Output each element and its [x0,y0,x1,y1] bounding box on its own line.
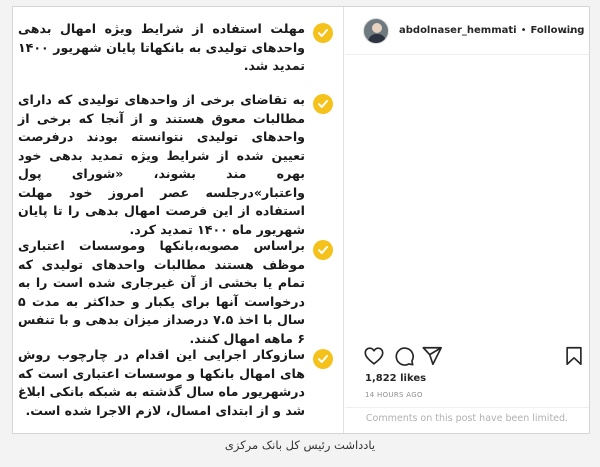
likes-count[interactable]: 1,822 likes [365,373,426,384]
separator-dot: • [520,25,527,36]
check-icon [313,240,333,260]
more-icon[interactable]: ... [564,23,579,36]
bullet-item: به تقاضای برخی از واحدهای تولیدی که دارا… [18,91,333,239]
post-image: مهلت استفاده از شرایط ویژه امهال بدهی وا… [13,7,344,433]
check-icon [313,349,333,369]
check-icon [313,23,333,43]
divider [345,407,589,408]
username-link[interactable]: abdolnaser_hemmati [399,25,517,36]
bullet-text: سازوکار اجرایی این اقدام در چارچوب روش ه… [18,347,305,418]
comment-icon[interactable] [393,345,415,367]
bullet-item: سازوکار اجرایی این اقدام در چارچوب روش ه… [18,346,333,420]
avatar[interactable] [363,17,389,44]
heart-icon[interactable] [363,345,385,367]
bookmark-icon[interactable] [563,345,585,367]
post-side-panel: abdolnaser_hemmati • Following ... 1,822… [345,7,589,433]
check-icon [313,94,333,114]
bullet-text: مهلت استفاده از شرایط ویژه امهال بدهی وا… [18,21,305,73]
bullet-text: براساس مصوبه،بانکها وموسسات اعتباری موظف… [18,238,305,346]
post-header: abdolnaser_hemmati • Following ... [345,7,589,55]
post-timestamp[interactable]: 14 HOURS AGO [365,391,423,399]
bullet-item: مهلت استفاده از شرایط ویژه امهال بدهی وا… [18,20,333,76]
bullet-text: به تقاضای برخی از واحدهای تولیدی که دارا… [18,92,305,237]
comments-limited-notice: Comments on this post have been limited. [365,413,569,424]
share-icon[interactable] [421,345,443,367]
action-bar [345,345,589,371]
bullet-item: براساس مصوبه،بانکها وموسسات اعتباری موظف… [18,237,333,348]
image-caption: یادداشت رئیس کل بانک مرکزی [224,438,376,452]
